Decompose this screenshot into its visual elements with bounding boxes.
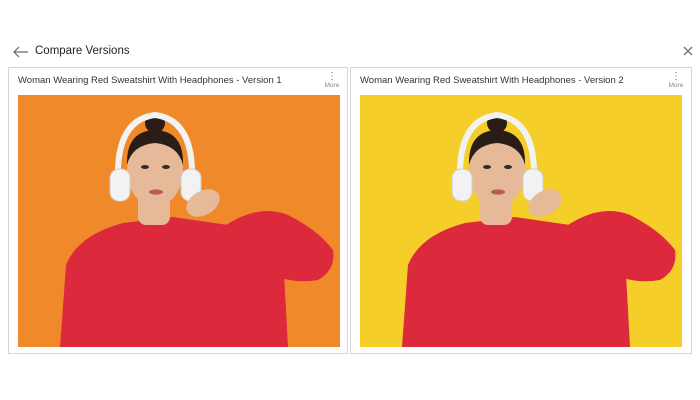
version-1-image — [18, 95, 340, 347]
page-title: Compare Versions — [35, 45, 130, 57]
more-label: More — [668, 82, 684, 89]
more-vertical-icon: ⋮ — [671, 71, 681, 82]
top-bar: Compare Versions — [0, 0, 700, 66]
more-vertical-icon: ⋮ — [327, 71, 337, 82]
more-label: More — [324, 82, 340, 89]
version-panel-1: Woman Wearing Red Sweatshirt With Headph… — [8, 67, 348, 354]
version-1-title: Woman Wearing Red Sweatshirt With Headph… — [18, 75, 282, 86]
close-icon[interactable] — [682, 45, 694, 57]
version-panel-2: Woman Wearing Red Sweatshirt With Headph… — [350, 67, 692, 354]
version-2-title: Woman Wearing Red Sweatshirt With Headph… — [360, 75, 624, 86]
more-button-version-2[interactable]: ⋮ More — [664, 72, 688, 94]
version-2-image — [360, 95, 682, 347]
arrow-left-icon[interactable] — [12, 45, 30, 59]
more-button-version-1[interactable]: ⋮ More — [320, 72, 344, 94]
